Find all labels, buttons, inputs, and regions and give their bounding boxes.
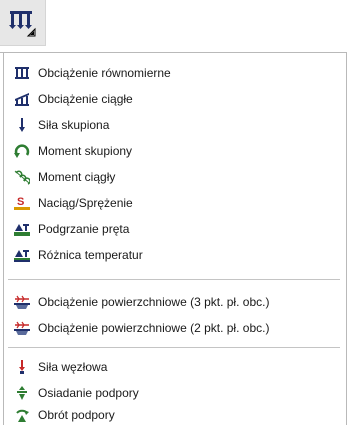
svg-text:S: S (17, 196, 24, 208)
point-moment-icon (14, 144, 30, 158)
uniform-load-dropdown-icon (9, 11, 36, 37)
menu-item-label: Obciążenie powierzchniowe (2 pkt. pł. ob… (38, 321, 270, 335)
distributed-moment-icon (14, 170, 30, 185)
menu-separator (8, 279, 340, 280)
menu-item-label: Moment skupiony (38, 144, 133, 158)
menu-item-label: Obciążenie równomierne (38, 66, 171, 80)
menu-item-distributed-moment[interactable]: Moment ciągły (0, 164, 340, 190)
menu-item-label: Różnica temperatur (38, 248, 143, 262)
menu-item-label: Moment ciągły (38, 170, 116, 184)
load-type-dropdown-button[interactable] (0, 0, 46, 46)
menu-item-label: Podgrzanie pręta (38, 222, 130, 236)
menu-item-label: Osiadanie podpory (38, 386, 139, 400)
nodal-force-icon (19, 360, 25, 374)
menu-item-label: Siła węzłowa (38, 360, 108, 374)
menu-item-surface-load-2pt[interactable]: Obciążenie powierzchniowe (2 pkt. pł. ob… (0, 315, 340, 341)
surface-load-2pt-icon (14, 321, 30, 335)
menu-item-uniform-load[interactable]: Obciążenie równomierne (0, 60, 340, 86)
menu-item-nodal-force[interactable]: Siła węzłowa (0, 354, 340, 380)
temperature-difference-icon (14, 250, 30, 262)
prestress-icon: S (14, 196, 30, 210)
menu-item-label: Naciąg/Sprężenie (38, 196, 133, 210)
menu-item-support-rotation[interactable]: Obrót podpory (0, 402, 340, 428)
surface-load-3pt-icon (14, 295, 30, 309)
menu-item-point-moment[interactable]: Moment skupiony (0, 138, 340, 164)
menu-item-point-force[interactable]: Siła skupiona (0, 112, 340, 138)
menu-item-label: Obrót podpory (38, 408, 115, 422)
menu-item-temperature-difference[interactable]: Różnica temperatur (0, 242, 340, 268)
point-force-icon (19, 118, 25, 132)
menu-separator (8, 347, 340, 348)
support-settlement-icon (17, 386, 27, 400)
menu-item-prestress[interactable]: S Naciąg/Sprężenie (0, 190, 340, 216)
bar-heating-icon (14, 224, 30, 236)
menu-item-surface-load-3pt[interactable]: Obciążenie powierzchniowe (3 pkt. pł. ob… (0, 289, 340, 315)
uniform-load-icon (15, 67, 29, 79)
menu-item-bar-heating[interactable]: Podgrzanie pręta (0, 216, 340, 242)
continuous-load-icon (15, 93, 29, 106)
menu-item-label: Obciążenie ciągłe (38, 92, 133, 106)
menu-item-label: Siła skupiona (38, 118, 110, 132)
menu-item-label: Obciążenie powierzchniowe (3 pkt. pł. ob… (38, 295, 270, 309)
support-rotation-icon (16, 409, 29, 422)
menu-item-continuous-load[interactable]: Obciążenie ciągłe (0, 86, 340, 112)
